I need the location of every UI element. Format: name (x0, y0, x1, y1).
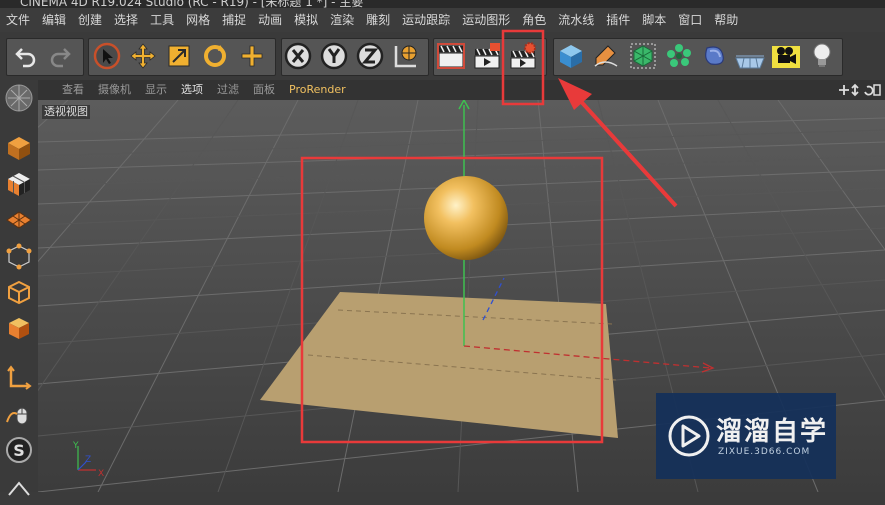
axis-icon[interactable] (3, 362, 35, 394)
model-mode-icon[interactable] (3, 82, 35, 114)
viewport-menu-cameras[interactable]: 摄像机 (91, 80, 138, 100)
menu-edit[interactable]: 编辑 (36, 8, 72, 32)
points-mode-icon[interactable] (3, 240, 35, 272)
viewport-menu-display[interactable]: 显示 (138, 80, 174, 100)
workplane-icon[interactable] (3, 204, 35, 236)
menu-sculpt[interactable]: 雕刻 (360, 8, 396, 32)
render-picture-viewer-icon[interactable] (471, 40, 503, 72)
render-settings-icon[interactable] (507, 40, 539, 72)
menu-snap[interactable]: 捕捉 (216, 8, 252, 32)
viewport-label: 透视视图 (42, 105, 90, 119)
subdivision-icon[interactable] (627, 40, 659, 72)
snap-icon[interactable]: S (3, 434, 35, 466)
add-icon[interactable] (236, 40, 268, 72)
y-axis-icon[interactable] (318, 40, 350, 72)
viewport-menu-options[interactable]: 选项 (174, 80, 210, 100)
menu-animate[interactable]: 动画 (252, 8, 288, 32)
select-icon[interactable] (91, 40, 123, 72)
svg-text:S: S (13, 441, 25, 460)
menu-motion-tracker[interactable]: 运动跟踪 (396, 8, 456, 32)
menu-file[interactable]: 文件 (0, 8, 36, 32)
app-title: CINEMA 4D R19.024 Studio (RC - R19) - [未… (20, 0, 364, 8)
menu-simulate[interactable]: 模拟 (288, 8, 324, 32)
tweak-icon[interactable] (3, 398, 35, 430)
menu-bar: 文件 编辑 创建 选择 工具 网格 捕捉 动画 模拟 渲染 雕刻 运动跟踪 运动… (0, 8, 885, 32)
menu-mesh[interactable]: 网格 (180, 8, 216, 32)
viewport-menu-view[interactable]: 查看 (38, 80, 91, 100)
viewport-menu-panel[interactable]: 面板 (246, 80, 282, 100)
viewport-menu: 查看 摄像机 显示 选项 过滤 面板 ProRender (38, 80, 885, 100)
floor-icon[interactable] (734, 40, 766, 72)
scale-icon[interactable] (163, 40, 195, 72)
svg-text:Z: Z (85, 455, 91, 465)
menu-mograph[interactable]: 运动图形 (456, 8, 516, 32)
menu-character[interactable]: 角色 (516, 8, 552, 32)
menu-pipeline[interactable]: 流水线 (552, 8, 600, 32)
menu-plugins[interactable]: 插件 (600, 8, 636, 32)
texture-checker-icon[interactable] (3, 168, 35, 200)
menu-help[interactable]: 帮助 (708, 8, 744, 32)
pen-icon[interactable] (589, 40, 621, 72)
left-toolbar: S (0, 80, 38, 496)
cloner-icon[interactable] (663, 40, 695, 72)
texture-mode-icon[interactable] (3, 132, 35, 164)
svg-text:X: X (98, 469, 104, 479)
menu-render[interactable]: 渲染 (324, 8, 360, 32)
rotate-icon[interactable] (199, 40, 231, 72)
edges-mode-icon[interactable] (3, 276, 35, 308)
viewport-nav-icons[interactable] (837, 82, 881, 102)
main-toolbar (0, 32, 885, 80)
redo-icon[interactable] (44, 40, 76, 72)
menu-tools[interactable]: 工具 (144, 8, 180, 32)
polygons-mode-icon[interactable] (3, 312, 35, 344)
watermark-title: 溜溜自学 (716, 417, 829, 447)
watermark: 溜溜自学 ZIXUE.3D66.COM (656, 393, 836, 479)
move-icon[interactable] (127, 40, 159, 72)
undo-icon[interactable] (10, 40, 42, 72)
more-tools-icon[interactable] (3, 473, 35, 505)
light-icon[interactable] (806, 40, 838, 72)
deformer-icon[interactable] (699, 40, 731, 72)
menu-select[interactable]: 选择 (108, 8, 144, 32)
svg-text:Y: Y (72, 441, 79, 451)
watermark-logo-icon (668, 415, 710, 457)
viewport-menu-prorender[interactable]: ProRender (282, 80, 353, 100)
x-axis-icon[interactable] (282, 40, 314, 72)
menu-script[interactable]: 脚本 (636, 8, 672, 32)
menu-window[interactable]: 窗口 (672, 8, 708, 32)
render-view-icon[interactable] (435, 40, 467, 72)
camera-icon[interactable] (770, 40, 802, 72)
watermark-url: ZIXUE.3D66.COM (718, 447, 811, 457)
sphere-object[interactable] (424, 176, 508, 260)
title-bar: CINEMA 4D R19.024 Studio (RC - R19) - [未… (0, 0, 885, 8)
z-axis-icon[interactable] (354, 40, 386, 72)
world-coordinates-icon[interactable] (390, 40, 422, 72)
cube-icon[interactable] (555, 40, 587, 72)
viewport-menu-filter[interactable]: 过滤 (210, 80, 246, 100)
menu-create[interactable]: 创建 (72, 8, 108, 32)
